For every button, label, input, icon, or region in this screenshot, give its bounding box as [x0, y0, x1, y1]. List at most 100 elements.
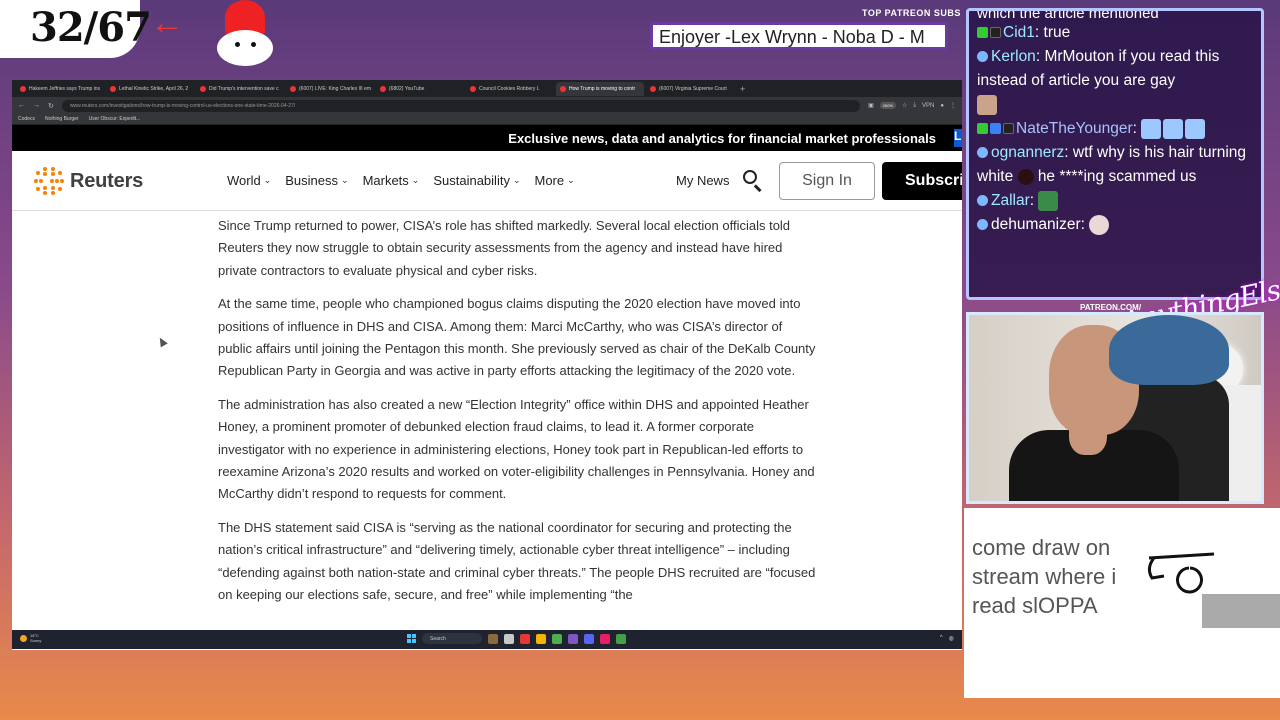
main-nav: World ⌄ Business ⌄ Markets ⌄ Sustainability ⌄ Mo… [227, 173, 575, 188]
reload-icon[interactable]: ↻ [48, 102, 54, 110]
tab-favicon-icon [290, 85, 296, 92]
browser-tab[interactable]: Hakeem Jeffries says Trump ins [16, 82, 104, 96]
draw-prompt-text: come draw on stream where i read slOPPA [972, 535, 1117, 618]
tab-favicon-icon [380, 85, 386, 92]
nav-item[interactable]: World ⌄ [227, 173, 271, 188]
browser-app-icon[interactable] [520, 633, 530, 644]
browser-tab[interactable]: Did Trump's intervention save c [196, 82, 284, 96]
forward-icon[interactable]: → [33, 102, 40, 109]
nav-item[interactable]: More ⌄ [535, 173, 575, 188]
tab-favicon-icon [20, 85, 26, 92]
badge-icon [990, 27, 1001, 39]
browser-tab[interactable]: (6007) Virginia Supreme Court [646, 82, 734, 96]
nav-item-label: More [534, 173, 565, 188]
browser-window: Hakeem Jeffries says Trump ins Lethal Kin… [12, 80, 962, 650]
my-news-link[interactable]: My News [676, 173, 729, 188]
back-icon[interactable]: ← [18, 102, 25, 109]
chat-text: true [1043, 24, 1071, 41]
learn-more-button[interactable]: L [954, 129, 962, 147]
tab-favicon-icon [650, 85, 656, 92]
vpn-icon[interactable]: VPN [922, 103, 934, 109]
emote-icon [977, 94, 997, 115]
download-icon[interactable]: ⤓ [913, 102, 916, 109]
sign-in-button[interactable]: Sign In [779, 162, 875, 200]
new-tab-icon[interactable]: + [740, 84, 745, 94]
nav-item[interactable]: Business ⌄ [285, 173, 348, 188]
nav-item-label: Sustainability [433, 173, 510, 188]
draw-panel: come draw on stream where i read slOPPA [964, 508, 1280, 698]
logo-dot [60, 179, 64, 183]
network-icon[interactable]: ◍ [949, 635, 954, 642]
nav-item[interactable]: Markets ⌄ [363, 173, 420, 188]
tab-label: Hakeem Jeffries says Trump ins [29, 85, 101, 92]
browser-tab[interactable]: (6007) LIVE: King Charles III em [286, 82, 374, 96]
taskbar-search[interactable]: Search [422, 633, 482, 644]
app-icon[interactable] [600, 633, 610, 644]
weather-widget[interactable]: 18°C Sunny [20, 633, 41, 643]
tab-favicon-icon [560, 85, 566, 92]
nav-item[interactable]: Sustainability ⌄ [433, 173, 520, 188]
bookmark-item[interactable]: Codecs [18, 116, 35, 122]
extension-icon[interactable]: ● [940, 103, 944, 109]
sub-badge-icon [977, 51, 988, 63]
browser-tab[interactable]: Lethal Kinetic Strike, April 26, 2 [106, 82, 194, 96]
sun-icon [20, 634, 27, 642]
tab-label: Did Trump's intervention save c [209, 85, 279, 92]
tab-label: How Trump is moving to contr [569, 85, 636, 92]
reuters-logo-text: Reuters [70, 169, 144, 192]
stream-chat: which the article mentioned Cid1: true K… [966, 8, 1264, 300]
bookmark-star-icon[interactable]: ☆ [902, 102, 907, 109]
chat-username: Zallar [991, 192, 1030, 209]
logo-dot [42, 191, 47, 196]
chat-message: Kerlon: MrMouton if you read this instea… [977, 45, 1253, 117]
discord-icon[interactable] [584, 633, 594, 644]
mascot-sticker [205, 0, 285, 70]
chat-username: NateTheYounger [1016, 120, 1133, 137]
chevron-up-icon[interactable]: ^ [940, 635, 943, 642]
app-icon[interactable] [488, 633, 498, 644]
scribble-drawing [1147, 552, 1215, 594]
folder-icon[interactable] [536, 633, 546, 644]
logo-dot [39, 179, 43, 183]
bookmark-item[interactable]: User Obscur: Expedit... [89, 116, 141, 122]
windows-taskbar: 18°C Sunny Search ^ ◍ [12, 630, 962, 649]
nav-item-label: World [227, 173, 261, 188]
emote-icon [1017, 168, 1034, 185]
bookmark-item[interactable]: Nothing Burger [45, 116, 79, 122]
logo-dot [51, 185, 55, 190]
badge-icon [1003, 123, 1014, 135]
system-tray: ^ ◍ [940, 635, 954, 642]
sub-counter: 32/67 [0, 0, 152, 58]
start-icon[interactable] [407, 634, 416, 643]
nav-item-label: Business [285, 173, 339, 188]
draw-thumbnail [1202, 594, 1280, 628]
reuters-logo[interactable]: Reuters [34, 166, 143, 196]
translate-icon[interactable]: ▣ [868, 102, 874, 109]
url-input[interactable]: www.reuters.com/investigations/how-trump… [61, 99, 861, 112]
app-icon[interactable] [616, 633, 626, 644]
chat-username: Cid1 [1003, 24, 1035, 41]
tab-favicon-icon [470, 85, 476, 92]
browser-tab[interactable]: Council Cookies Robbery L [466, 82, 554, 96]
zoom-indicator[interactable]: 260% [879, 102, 896, 109]
subscribe-button[interactable]: Subscrib [882, 162, 962, 200]
logo-dot [43, 172, 47, 177]
logo-dot [57, 186, 62, 191]
browser-tab[interactable]: (6802) YouTube [376, 82, 464, 96]
chat-message: dehumanizer: [977, 213, 1253, 237]
browser-tab[interactable]: How Trump is moving to contr [556, 81, 644, 96]
search-icon[interactable] [742, 169, 764, 192]
nav-item-label: Markets [362, 173, 409, 188]
app-icon[interactable] [552, 633, 562, 644]
promo-banner[interactable]: Exclusive news, data and analytics for f… [12, 125, 962, 151]
app-icon[interactable] [568, 633, 578, 644]
chat-message: NateTheYounger: [977, 117, 1253, 141]
logo-dot [36, 171, 41, 176]
task-view-icon[interactable] [504, 633, 514, 644]
reuters-logo-mark [34, 166, 64, 196]
chevron-down-icon: ⌄ [567, 175, 575, 185]
article-paragraph: At the same time, people who championed … [218, 296, 816, 379]
article-paragraph: The administration has also created a ne… [218, 396, 815, 502]
menu-icon[interactable]: ⋮ [950, 102, 956, 109]
logo-dot [57, 171, 62, 176]
